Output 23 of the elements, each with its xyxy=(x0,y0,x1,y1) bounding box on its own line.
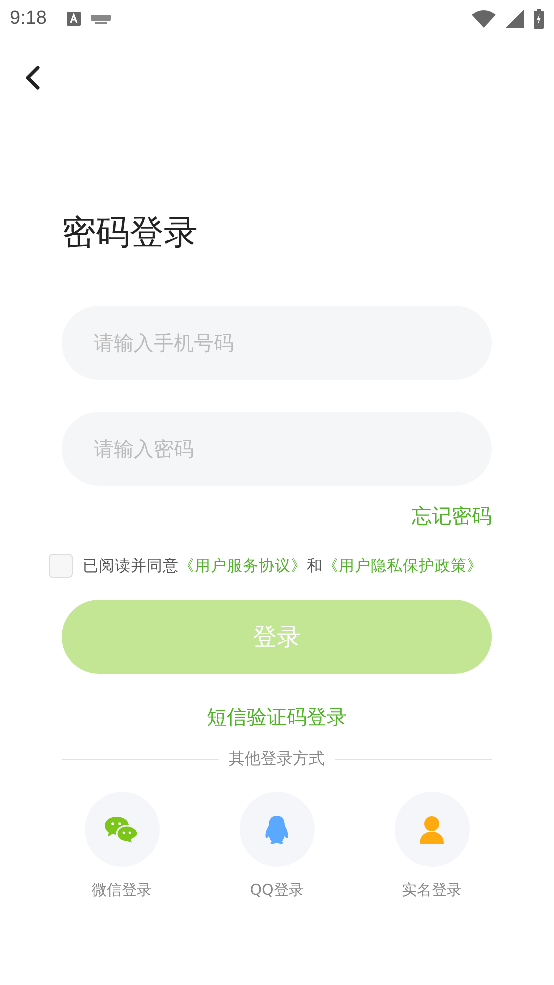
login-method-label: QQ登录 xyxy=(250,881,304,900)
penguin-icon xyxy=(264,814,290,844)
forgot-password-link[interactable]: 忘记密码 xyxy=(412,503,492,530)
password-input-field[interactable]: 请输入密码 xyxy=(62,412,492,486)
page-title: 密码登录 xyxy=(62,212,199,255)
keyboard-icon xyxy=(90,14,111,24)
privacy-policy-link[interactable]: 《用户隐私保护政策》 xyxy=(323,556,483,574)
phone-input-field[interactable]: 请输入手机号码 xyxy=(62,306,492,380)
person-icon xyxy=(419,814,445,844)
login-method-label: 实名登录 xyxy=(402,881,462,900)
other-methods-label: 其他登录方式 xyxy=(229,749,325,770)
agreement-checkbox[interactable] xyxy=(49,554,73,578)
login-method-label: 微信登录 xyxy=(92,881,152,900)
agreement-text: 已阅读并同意《用户服务协议》和《用户隐私保护政策》 xyxy=(83,556,483,576)
battery-icon xyxy=(534,9,544,29)
sms-login-link[interactable]: 短信验证码登录 xyxy=(207,704,347,731)
service-agreement-link[interactable]: 《用户服务协议》 xyxy=(179,556,307,574)
wifi-icon xyxy=(472,10,496,28)
status-time: 9:18 xyxy=(10,8,47,30)
chat-bubbles-icon xyxy=(105,816,139,844)
keyboard-language-icon xyxy=(66,11,81,27)
back-icon[interactable] xyxy=(23,65,43,91)
signal-icon xyxy=(506,10,524,28)
